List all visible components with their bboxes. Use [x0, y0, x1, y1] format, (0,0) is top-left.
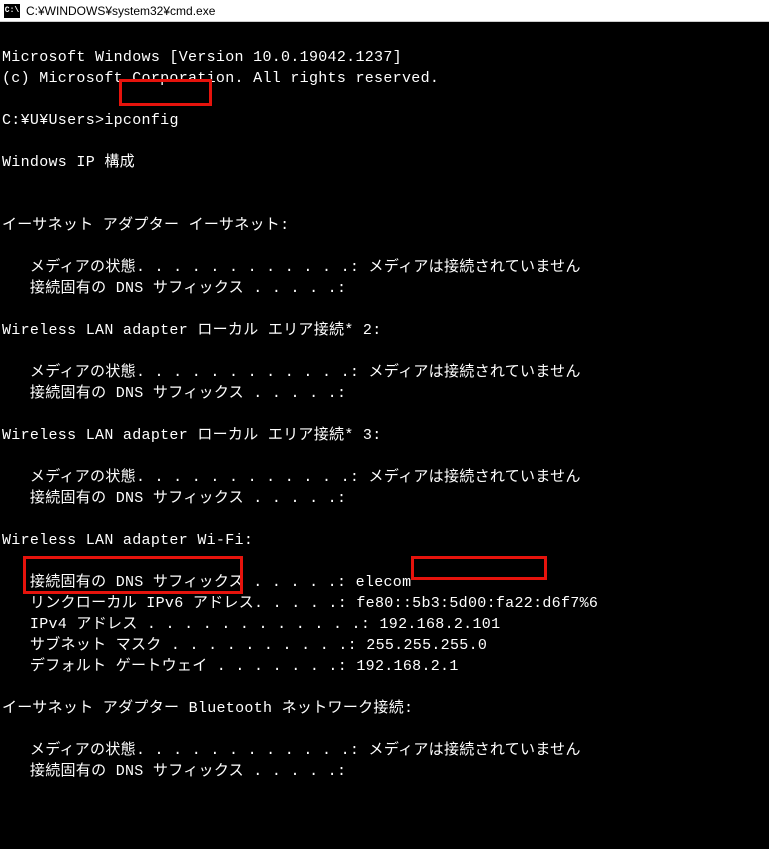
row-value: 255.255.255.0 — [366, 637, 487, 654]
window-title: C:¥WINDOWS¥system32¥cmd.exe — [26, 4, 215, 18]
row-label: デフォルト ゲートウェイ . . . . . . .: — [30, 658, 347, 675]
adapter-title: イーサネット アダプター イーサネット: — [2, 217, 289, 234]
highlight-ipv4-value — [411, 556, 547, 580]
window-titlebar[interactable]: C:\ C:¥WINDOWS¥system32¥cmd.exe — [0, 0, 769, 22]
row-label: メディアの状態. . . . . . . . . . . .: — [30, 259, 359, 276]
row-value: メディアは接続されていません — [369, 742, 581, 759]
row-value: メディアは接続されていません — [369, 364, 581, 381]
row-label: メディアの状態. . . . . . . . . . . .: — [30, 742, 359, 759]
adapter-title: Wireless LAN adapter ローカル エリア接続* 3: — [2, 427, 382, 444]
row-label: 接続固有の DNS サフィックス . . . . .: — [30, 280, 346, 297]
row-value: fe80::5b3:5d00:fa22:d6f7%6 — [356, 595, 598, 612]
prompt-path: C:¥U¥Users> — [2, 112, 104, 129]
adapter-title: イーサネット アダプター Bluetooth ネットワーク接続: — [2, 700, 413, 717]
adapter-title: Wireless LAN adapter Wi-Fi: — [2, 532, 253, 549]
row-label: メディアの状態. . . . . . . . . . . .: — [30, 469, 359, 486]
adapter-title: Wireless LAN adapter ローカル エリア接続* 2: — [2, 322, 382, 339]
row-label: メディアの状態. . . . . . . . . . . .: — [30, 364, 359, 381]
terminal-output[interactable]: Microsoft Windows [Version 10.0.19042.12… — [0, 22, 769, 849]
row-value: 192.168.2.1 — [356, 658, 458, 675]
copyright-line: (c) Microsoft Corporation. All rights re… — [2, 70, 439, 87]
cmd-icon: C:\ — [4, 4, 20, 18]
row-label: IPv4 アドレス . . . . . . . . . . . .: — [30, 616, 370, 633]
row-value: メディアは接続されていません — [369, 259, 581, 276]
row-label: サブネット マスク . . . . . . . . . .: — [30, 637, 357, 654]
row-value: elecom — [356, 574, 412, 591]
prompt-command: ipconfig — [104, 112, 178, 129]
row-label: 接続固有の DNS サフィックス . . . . .: — [30, 490, 346, 507]
row-label: リンクローカル IPv6 アドレス. . . . .: — [30, 595, 347, 612]
row-label: 接続固有の DNS サフィックス . . . . .: — [30, 574, 346, 591]
row-label: 接続固有の DNS サフィックス . . . . .: — [30, 763, 346, 780]
row-value: 192.168.2.101 — [379, 616, 500, 633]
row-label: 接続固有の DNS サフィックス . . . . .: — [30, 385, 346, 402]
ip-config-header: Windows IP 構成 — [2, 154, 135, 171]
version-line: Microsoft Windows [Version 10.0.19042.12… — [2, 49, 402, 66]
row-value: メディアは接続されていません — [369, 469, 581, 486]
